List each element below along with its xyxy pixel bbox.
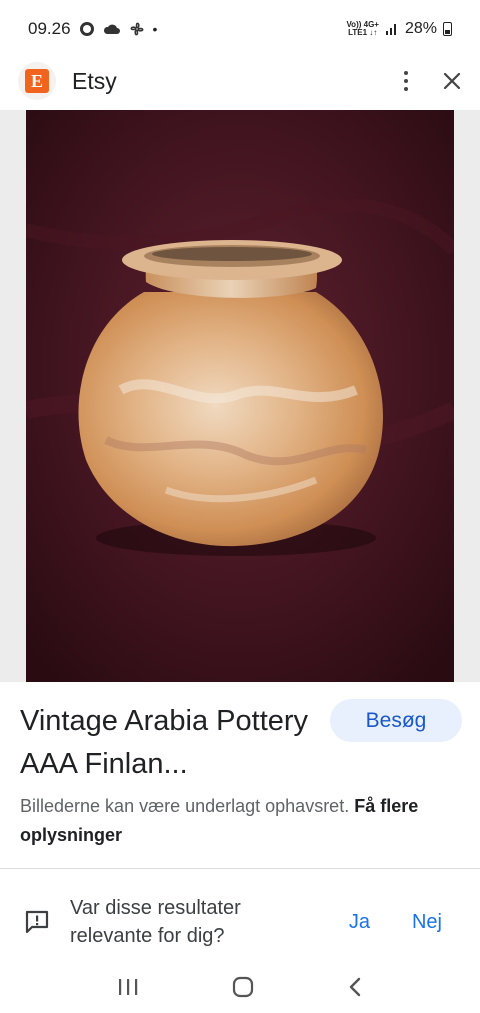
home-icon[interactable] — [232, 976, 254, 998]
feedback-question: Var disse resultater relevante for dig? — [70, 897, 241, 947]
signal-icon — [385, 24, 396, 35]
result-title[interactable]: Vintage Arabia Pottery AAA Finlan... — [20, 700, 320, 786]
battery-icon — [443, 22, 452, 36]
whatsapp-icon — [79, 22, 94, 36]
copyright-notice: Billederne kan være underlagt ophavsret.… — [20, 792, 460, 850]
product-image[interactable] — [26, 110, 454, 682]
visit-button[interactable]: Besøg — [330, 699, 462, 742]
battery-percent: 28% — [404, 20, 437, 37]
status-bar: 09.26 • Vo)) 4G+ LTE1 ↓↑ 28% — [0, 0, 480, 58]
etsy-logo: E — [18, 62, 56, 100]
feedback-yes-button[interactable]: Ja — [349, 911, 370, 934]
cloud-icon — [103, 24, 120, 34]
feedback-no-button[interactable]: Nej — [412, 911, 442, 934]
app-bar: E Etsy — [0, 58, 480, 104]
feedback-row: Var disse resultater relevante for dig? … — [0, 890, 480, 954]
feedback-icon — [25, 910, 49, 934]
app-title: Etsy — [72, 67, 117, 94]
clock: 09.26 — [28, 19, 71, 38]
recent-apps-icon[interactable] — [117, 977, 139, 997]
image-container — [0, 110, 480, 682]
close-icon[interactable] — [442, 71, 462, 91]
fan-icon — [130, 22, 143, 36]
network-indicator: Vo)) 4G+ LTE1 ↓↑ — [346, 20, 379, 37]
dot-icon: • — [152, 21, 158, 37]
more-vert-icon[interactable] — [404, 71, 408, 91]
back-icon[interactable] — [347, 976, 363, 998]
system-nav-bar — [0, 960, 480, 1013]
copyright-text: Billederne kan være underlagt ophavsret. — [20, 796, 350, 816]
divider — [0, 868, 480, 869]
